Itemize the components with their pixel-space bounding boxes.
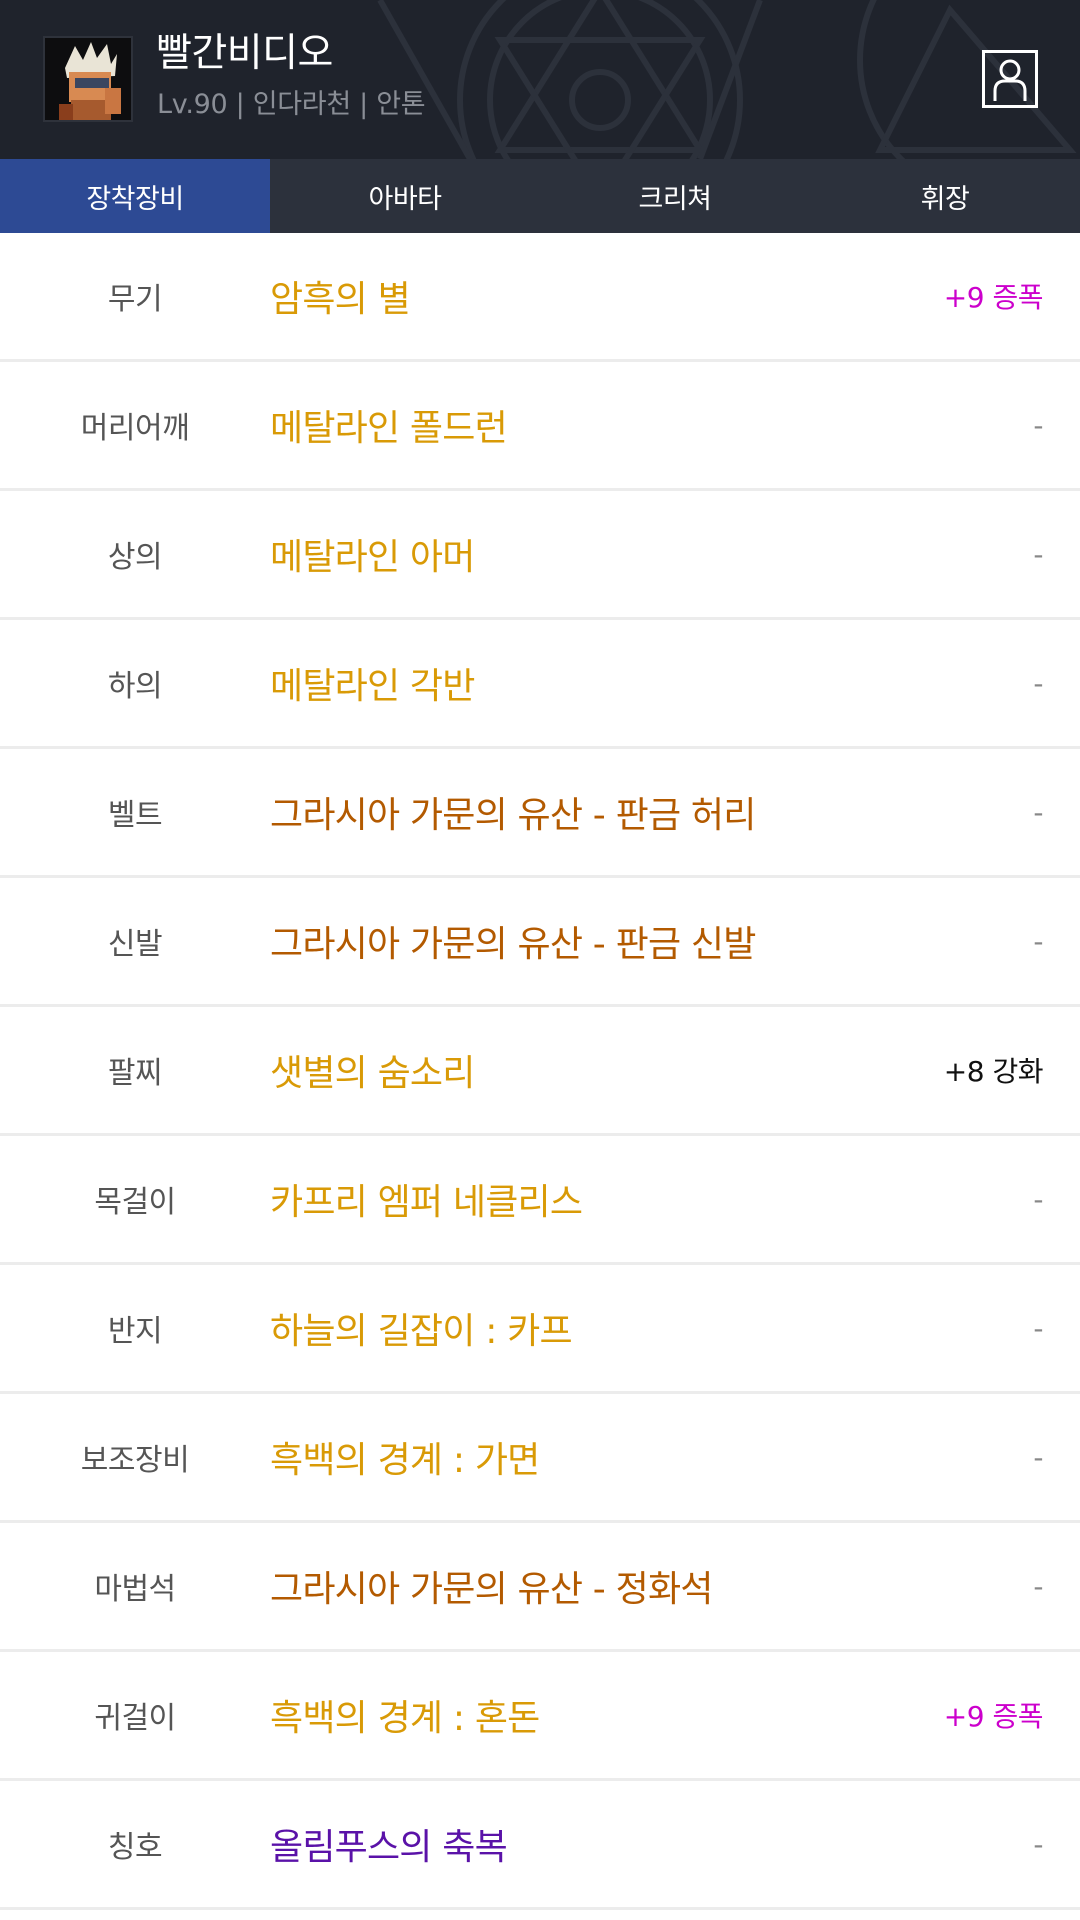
equipment-row[interactable]: 팔찌 샛별의 숨소리 +8 강화	[0, 1007, 1080, 1136]
equipment-row[interactable]: 마법석 그라시아 가문의 유산 - 정화석 -	[0, 1523, 1080, 1652]
tab-avatar[interactable]: 아바타	[270, 159, 540, 233]
equipment-item-name[interactable]: 샛별의 숨소리	[270, 1007, 475, 1133]
character-name: 빨간비디오	[156, 31, 333, 76]
equipment-slot-label: 상의	[107, 540, 163, 575]
equipment-upgrade-status: -	[1033, 1440, 1043, 1474]
equipment-upgrade-status: -	[1033, 666, 1043, 700]
tab-equipped-gear[interactable]: 장착장비	[0, 159, 270, 233]
equipment-row[interactable]: 반지 하늘의 길잡이 : 카프 -	[0, 1265, 1080, 1394]
equipment-item-name[interactable]: 흑백의 경계 : 혼돈	[270, 1652, 540, 1778]
equipment-item-name[interactable]: 하늘의 길잡이 : 카프	[270, 1265, 573, 1391]
equipment-row[interactable]: 목걸이 카프리 엠퍼 네클리스 -	[0, 1136, 1080, 1265]
equipment-slot-label: 머리어깨	[80, 411, 190, 446]
equipment-slot-label: 보조장비	[80, 1443, 190, 1478]
equipment-upgrade-status: +9 증폭	[943, 1700, 1044, 1733]
equipment-row[interactable]: 머리어깨 메탈라인 폴드런 -	[0, 362, 1080, 491]
equipment-item-name[interactable]: 암흑의 별	[270, 233, 411, 359]
equipment-row[interactable]: 무기 암흑의 별 +9 증폭	[0, 233, 1080, 362]
equipment-row[interactable]: 칭호 올림푸스의 축복 -	[0, 1781, 1080, 1910]
equipment-slot-label: 팔찌	[107, 1056, 163, 1091]
character-header: 빨간비디오 Lv.90 | 인다라천 | 안톤	[0, 0, 1080, 159]
equipment-row[interactable]: 보조장비 흑백의 경계 : 가면 -	[0, 1394, 1080, 1523]
equipment-item-name[interactable]: 메탈라인 각반	[270, 620, 475, 746]
equipment-item-name[interactable]: 흑백의 경계 : 가면	[270, 1394, 540, 1520]
profile-button[interactable]	[982, 50, 1038, 108]
equipment-slot-label: 칭호	[107, 1830, 163, 1865]
equipment-row[interactable]: 상의 메탈라인 아머 -	[0, 491, 1080, 620]
equipment-slot-label: 무기	[107, 282, 163, 317]
equipment-item-name[interactable]: 그라시아 가문의 유산 - 정화석	[270, 1523, 713, 1649]
tab-creature[interactable]: 크리쳐	[540, 159, 810, 233]
equipment-slot-label: 목걸이	[94, 1185, 176, 1220]
equipment-slot-label: 벨트	[107, 798, 163, 833]
equipment-slot-label: 신발	[107, 927, 163, 962]
equipment-upgrade-status: -	[1033, 1182, 1043, 1216]
equipment-upgrade-status: -	[1033, 924, 1043, 958]
equipment-upgrade-status: -	[1033, 1311, 1043, 1345]
equipment-upgrade-status: -	[1033, 1827, 1043, 1861]
equipment-item-name[interactable]: 메탈라인 아머	[270, 491, 475, 617]
equipment-item-name[interactable]: 메탈라인 폴드런	[270, 362, 508, 488]
equipment-slot-label: 귀걸이	[94, 1701, 176, 1736]
character-portrait-icon	[45, 38, 131, 120]
equipment-upgrade-status: -	[1033, 1569, 1043, 1603]
equipment-row[interactable]: 벨트 그라시아 가문의 유산 - 판금 허리 -	[0, 749, 1080, 878]
character-level-server-info: Lv.90 | 인다라천 | 안톤	[157, 89, 426, 120]
equipment-slot-label: 하의	[107, 669, 163, 704]
person-outline-icon	[993, 59, 1027, 101]
equipment-row[interactable]: 귀걸이 흑백의 경계 : 혼돈 +9 증폭	[0, 1652, 1080, 1781]
character-avatar[interactable]	[43, 36, 133, 122]
equipment-slot-label: 마법석	[94, 1572, 176, 1607]
tab-insignia[interactable]: 휘장	[810, 159, 1080, 233]
category-tabs: 장착장비 아바타 크리쳐 휘장	[0, 159, 1080, 233]
equipment-item-name[interactable]: 올림푸스의 축복	[270, 1781, 508, 1907]
equipment-item-name[interactable]: 카프리 엠퍼 네클리스	[270, 1136, 583, 1262]
equipment-list: 무기 암흑의 별 +9 증폭 머리어깨 메탈라인 폴드런 - 상의 메탈라인 아머 - 하의 메탈라…	[0, 233, 1080, 1910]
equipment-upgrade-status: -	[1033, 408, 1043, 442]
equipment-item-name[interactable]: 그라시아 가문의 유산 - 판금 신발	[270, 878, 756, 1004]
equipment-item-name[interactable]: 그라시아 가문의 유산 - 판금 허리	[270, 749, 756, 875]
equipment-upgrade-status: +8 강화	[943, 1055, 1044, 1088]
equipment-upgrade-status: +9 증폭	[943, 281, 1044, 314]
equipment-upgrade-status: -	[1033, 537, 1043, 571]
emblem-background	[377, 0, 1077, 159]
equipment-slot-label: 반지	[107, 1314, 163, 1349]
equipment-upgrade-status: -	[1033, 795, 1043, 829]
equipment-row[interactable]: 하의 메탈라인 각반 -	[0, 620, 1080, 749]
equipment-row[interactable]: 신발 그라시아 가문의 유산 - 판금 신발 -	[0, 878, 1080, 1007]
